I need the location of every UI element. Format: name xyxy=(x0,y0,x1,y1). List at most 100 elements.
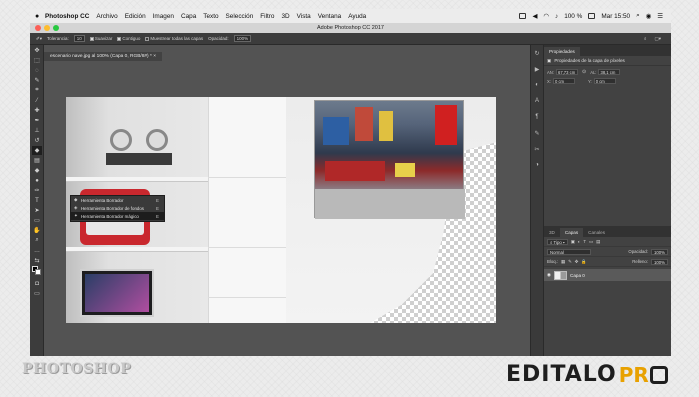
history-brush-icon[interactable]: ↺ xyxy=(32,136,42,145)
menu-filtro[interactable]: Filtro xyxy=(260,13,274,20)
shape-tool-icon[interactable]: ▭ xyxy=(32,216,42,225)
minimize-window-button[interactable] xyxy=(44,25,50,31)
layer-thumbnail xyxy=(554,270,568,280)
x-field[interactable]: X: 0 cm xyxy=(547,78,575,84)
layer-name[interactable]: Capa 0 xyxy=(570,273,585,278)
image-canvas[interactable]: ◆ Herramienta Borrador E ◈ Herramienta B… xyxy=(66,97,496,323)
width-field[interactable]: AN: 67,73 cm xyxy=(547,69,578,75)
sound-icon[interactable]: ♪ xyxy=(555,13,558,20)
menu-imagen[interactable]: Imagen xyxy=(153,13,174,20)
menu-ayuda[interactable]: Ayuda xyxy=(348,13,366,20)
lock-move-icon[interactable]: ✥ xyxy=(575,259,579,265)
hand-tool-icon[interactable]: ✋ xyxy=(32,226,42,235)
document-area: escenario nave.jpg al 100% (Capa 0, RGB/… xyxy=(44,45,530,356)
zoom-tool-icon[interactable]: ⌕ xyxy=(32,236,42,245)
eraser-tool-icon[interactable]: ◆ xyxy=(32,146,42,155)
eyedropper-tool-icon[interactable]: ⁄ xyxy=(32,96,42,105)
tab-properties[interactable]: Propiedades xyxy=(544,47,580,56)
healing-tool-icon[interactable]: ✚ xyxy=(32,106,42,115)
quick-select-tool-icon[interactable]: ✎ xyxy=(32,76,42,85)
swap-colors-icon[interactable]: ⇆ xyxy=(32,256,42,265)
character-icon[interactable]: A xyxy=(531,98,543,109)
filter-adjust-icon[interactable]: ◐ xyxy=(578,239,581,244)
tab-3d[interactable]: 3D xyxy=(544,228,560,237)
lock-paint-icon[interactable]: ✎ xyxy=(568,259,572,265)
close-tab-icon[interactable]: × xyxy=(153,54,156,59)
menu-capa[interactable]: Capa xyxy=(181,13,196,20)
menu-ventana[interactable]: Ventana xyxy=(318,13,341,20)
filter-shape-icon[interactable]: ▭ xyxy=(589,239,593,245)
search-icon[interactable]: ⌕ xyxy=(636,12,640,20)
fill-input[interactable]: 100% xyxy=(651,258,668,265)
menu-seleccion[interactable]: Selección xyxy=(226,13,254,20)
volume-icon[interactable]: ◀ xyxy=(532,12,537,20)
menu-texto[interactable]: Texto xyxy=(203,13,218,20)
screen-mode-icon[interactable]: ▭ xyxy=(32,289,42,298)
smooth-checkbox[interactable]: Suavizar xyxy=(89,36,112,41)
adjust-icon[interactable]: ◐ xyxy=(531,82,543,93)
brush-tool-icon[interactable]: ✒ xyxy=(32,116,42,125)
lasso-tool-icon[interactable]: ◌ xyxy=(32,66,42,75)
blend-mode-select[interactable]: Normal xyxy=(547,248,591,255)
link-icon[interactable]: ⊙ xyxy=(582,69,586,75)
display-icon[interactable] xyxy=(519,13,527,19)
flyout-item-eraser[interactable]: ◆ Herramienta Borrador E xyxy=(71,196,164,204)
layer-opacity-input[interactable]: 100% xyxy=(651,248,668,255)
flyout-item-background-eraser[interactable]: ◈ Herramienta Borrador de fondos E xyxy=(71,204,164,212)
stamp-tool-icon[interactable]: ⊥ xyxy=(32,126,42,135)
lock-pixels-icon[interactable]: ▦ xyxy=(561,259,565,265)
workspace-icon[interactable]: ▢▾ xyxy=(654,36,661,42)
color-swatches[interactable] xyxy=(30,266,43,275)
blur-tool-icon[interactable]: ◆ xyxy=(32,166,42,175)
filter-type-icon[interactable]: T xyxy=(583,239,586,244)
path-select-tool-icon[interactable]: ➤ xyxy=(32,206,42,215)
type-tool-icon[interactable]: T xyxy=(32,196,42,205)
dodge-tool-icon[interactable]: ● xyxy=(32,176,42,185)
tolerance-input[interactable]: 10 xyxy=(73,35,85,42)
menu-archivo[interactable]: Archivo xyxy=(96,13,117,20)
wifi-icon[interactable]: ◠ xyxy=(543,12,549,20)
filter-pixel-icon[interactable]: ▣ xyxy=(571,239,575,245)
document-tab[interactable]: escenario nave.jpg al 100% (Capa 0, RGB/… xyxy=(44,52,163,61)
close-window-button[interactable] xyxy=(35,25,41,31)
battery-icon[interactable] xyxy=(588,13,596,19)
sample-all-checkbox[interactable]: Muestrear todas las capas xyxy=(145,36,203,41)
brush-settings-icon[interactable]: ✎ xyxy=(531,130,543,141)
actions-icon[interactable]: ▶ xyxy=(531,66,543,77)
user-icon[interactable]: ◉ xyxy=(646,12,652,20)
tab-layers[interactable]: Capas xyxy=(559,228,584,237)
layer-row[interactable]: ◉ Capa 0 xyxy=(544,269,671,281)
styles-icon[interactable]: ◑ xyxy=(531,162,543,173)
move-tool-icon[interactable]: ✥ xyxy=(32,46,42,55)
crop-tool-icon[interactable]: ⌗ xyxy=(32,86,42,95)
quick-mask-icon[interactable]: ◘ xyxy=(32,279,42,288)
contiguous-checkbox[interactable]: Contiguo xyxy=(117,36,140,41)
height-field[interactable]: AL: 38,1 cm xyxy=(590,69,621,75)
layer-kind-select[interactable]: ⌕ Tipo ▾ xyxy=(547,238,568,245)
menu-list-icon[interactable]: ☰ xyxy=(657,12,663,20)
lock-all-icon[interactable]: 🔒 xyxy=(581,259,586,265)
background-color[interactable] xyxy=(35,269,41,275)
y-field[interactable]: Y: 0 cm xyxy=(588,78,616,84)
menu-app[interactable]: Photoshop CC xyxy=(45,13,89,20)
visibility-eye-icon[interactable]: ◉ xyxy=(547,272,551,278)
opacity-input[interactable]: 100% xyxy=(233,35,252,42)
more-tools-icon[interactable]: … xyxy=(32,246,42,255)
menu-vista[interactable]: Vista xyxy=(297,13,311,20)
clock[interactable]: Mar 15:50 xyxy=(601,13,630,20)
marquee-tool-icon[interactable]: ⬚ xyxy=(32,56,42,65)
paragraph-icon[interactable]: ¶ xyxy=(531,114,543,125)
apple-icon[interactable]: ● xyxy=(35,13,45,20)
menu-3d[interactable]: 3D xyxy=(281,13,289,20)
tool-preset-icon[interactable]: ✐▾ xyxy=(36,36,42,42)
menu-edicion[interactable]: Edición xyxy=(125,13,146,20)
gradient-tool-icon[interactable]: ▤ xyxy=(32,156,42,165)
flyout-item-magic-eraser[interactable]: ✦ Herramienta Borrador mágico E xyxy=(71,212,164,220)
pen-tool-icon[interactable]: ✑ xyxy=(32,186,42,195)
filter-smart-icon[interactable]: ▤ xyxy=(596,239,600,245)
tools-settings-icon[interactable]: ✂ xyxy=(531,146,543,157)
history-icon[interactable]: ↻ xyxy=(531,50,543,61)
zoom-window-button[interactable] xyxy=(53,25,59,31)
tab-channels[interactable]: Canales xyxy=(583,228,610,237)
search-icon[interactable]: ⌕ xyxy=(644,36,647,42)
